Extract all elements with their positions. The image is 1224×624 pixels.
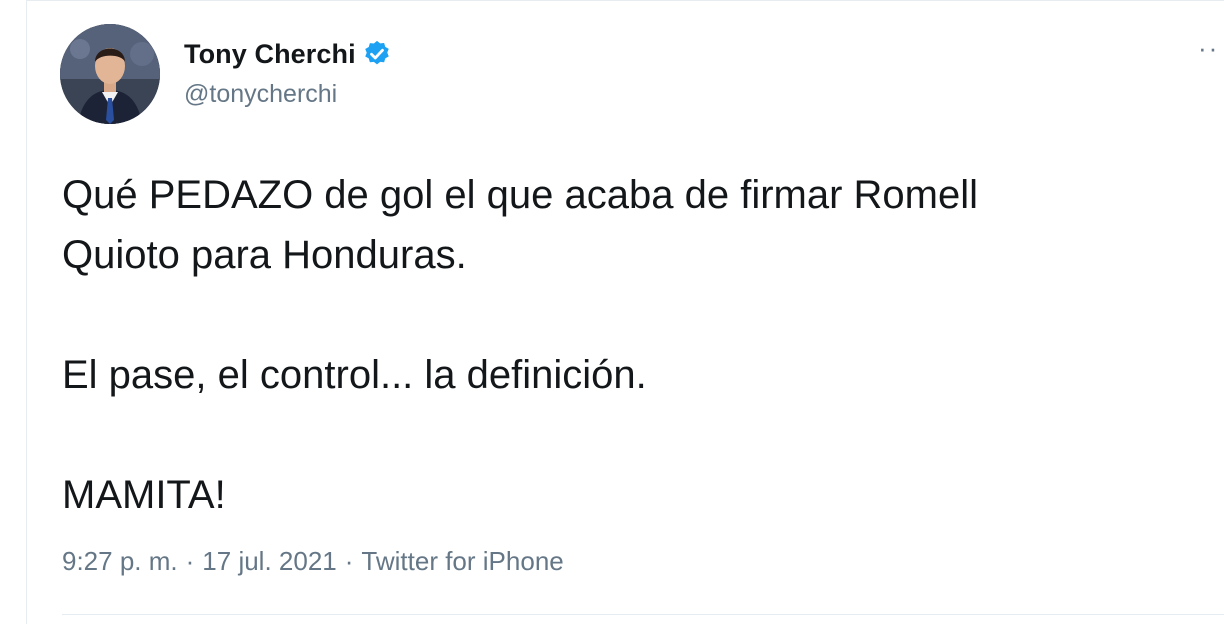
author-display-name[interactable]: Tony Cherchi (184, 39, 356, 70)
avatar-photo (60, 24, 160, 124)
tweet-text-line: El pase, el control... la definición. (62, 353, 647, 397)
author-name-row: Tony Cherchi (184, 34, 392, 74)
tweet-date[interactable]: 17 jul. 2021 (202, 546, 336, 577)
tweet-source[interactable]: Twitter for iPhone (361, 546, 563, 577)
more-options-button[interactable]: ·· (1198, 35, 1219, 61)
tweet-text-line: Quioto para Honduras. (62, 233, 467, 277)
tweet-text-line: Qué PEDAZO de gol el que acaba de firmar… (62, 173, 978, 217)
avatar[interactable] (60, 24, 160, 124)
tweet-time[interactable]: 9:27 p. m. (62, 546, 178, 577)
tweet-metadata: 9:27 p. m. · 17 jul. 2021 · Twitter for … (62, 546, 564, 577)
verified-badge-icon (362, 39, 392, 69)
meta-separator: · (185, 546, 195, 576)
bottom-divider (62, 614, 1224, 615)
author-handle[interactable]: @tonycherchi (184, 80, 337, 109)
meta-separator: · (344, 546, 354, 576)
tweet-text-line: MAMITA! (62, 473, 226, 517)
tweet-text: Qué PEDAZO de gol el que acaba de firmar… (62, 165, 1202, 525)
more-horizontal-icon: ·· (1198, 33, 1220, 63)
